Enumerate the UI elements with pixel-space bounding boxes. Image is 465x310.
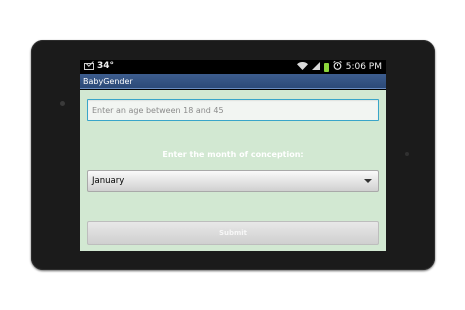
tablet-device: 34° 5:06 PM BabyGender Enter an age betw… bbox=[31, 40, 435, 270]
month-dropdown[interactable]: January bbox=[87, 170, 379, 192]
form-content: Enter the month of conception: January S… bbox=[80, 90, 386, 251]
app-title: BabyGender bbox=[83, 77, 133, 86]
camera-icon bbox=[60, 101, 65, 106]
signal-icon bbox=[311, 61, 320, 73]
screen: 34° 5:06 PM BabyGender Enter an age betw… bbox=[80, 60, 386, 251]
month-selected-value: January bbox=[92, 176, 125, 186]
battery-icon bbox=[323, 62, 329, 72]
clock-time: 5:06 PM bbox=[345, 62, 382, 72]
sensor-icon bbox=[405, 152, 409, 156]
mail-icon bbox=[84, 62, 94, 70]
temperature-text: 34° bbox=[97, 61, 115, 71]
wifi-icon bbox=[296, 61, 308, 73]
alarm-icon bbox=[332, 60, 342, 73]
submit-button[interactable]: Submit bbox=[87, 221, 379, 245]
app-title-bar: BabyGender bbox=[80, 74, 386, 89]
dropdown-arrow-icon bbox=[364, 179, 372, 183]
age-input[interactable] bbox=[87, 99, 379, 121]
month-label: Enter the month of conception: bbox=[162, 150, 304, 159]
status-bar: 34° 5:06 PM bbox=[80, 60, 386, 74]
